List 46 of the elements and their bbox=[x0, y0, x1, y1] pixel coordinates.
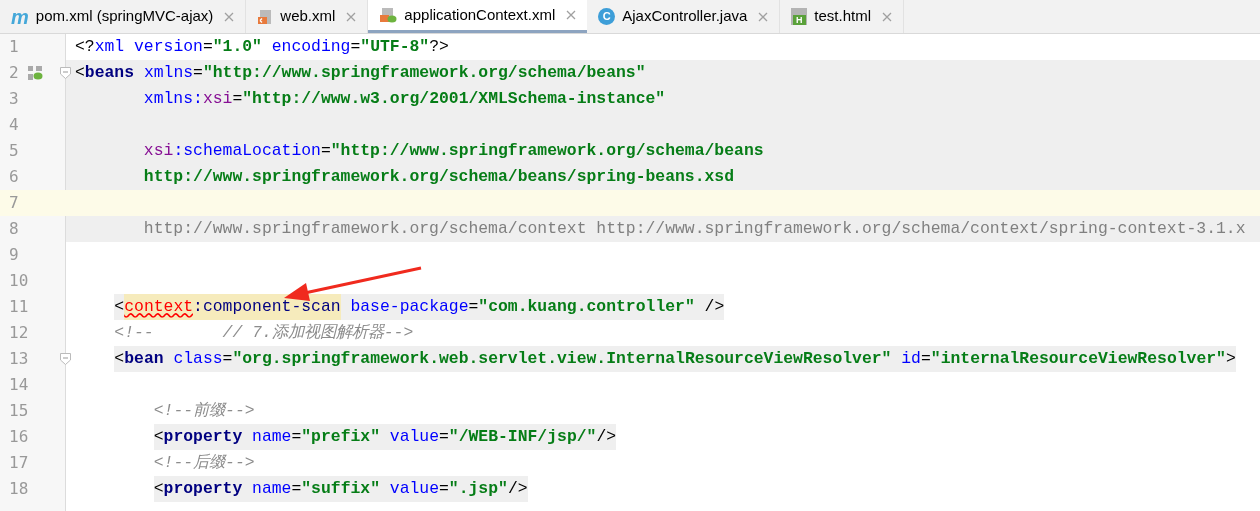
class-icon: C bbox=[598, 8, 616, 25]
html-file-icon: H bbox=[791, 8, 808, 25]
spring-xml-file-icon bbox=[379, 7, 398, 23]
code-line: xmlns:xsi="http://www.w3.org/2001/XMLSchema-instance" bbox=[142, 88, 666, 110]
code-line: <beans xmlns="http://www.springframework.org/schema/beans" bbox=[75, 62, 646, 84]
close-icon[interactable] bbox=[566, 10, 577, 20]
code-line: <!-- // 7.添加视图解析器--> bbox=[113, 322, 414, 344]
close-icon[interactable] bbox=[224, 11, 235, 22]
line-number: 12 bbox=[8, 322, 29, 344]
line-number: 9 bbox=[8, 244, 19, 266]
fold-icon[interactable] bbox=[60, 353, 71, 365]
code-line: http://www.springframework.org/schema/context http://www.springframework.org/schema/context/spring-context-3.1.x bbox=[142, 218, 1246, 240]
close-icon[interactable] bbox=[758, 11, 769, 22]
line-number: 10 bbox=[8, 270, 29, 292]
line-number: 5 bbox=[8, 140, 19, 162]
code-line: <property name="prefix" value="/WEB-INF/jsp/"/> bbox=[75, 424, 617, 450]
code-line: <?xml version="1.0" encoding="UTF-8"?> bbox=[75, 36, 449, 58]
line-number: 16 bbox=[8, 426, 29, 448]
code-line: http://www.springframework.org/schema/beans/spring-beans.xsd bbox=[142, 166, 735, 188]
xml-file-icon bbox=[257, 8, 274, 25]
line-number: 6 bbox=[8, 166, 19, 188]
file-tab[interactable]: applicationContext.xml bbox=[368, 0, 588, 33]
code-line: <!--后缀--> bbox=[152, 452, 255, 474]
code-line: <property name="suffix" value=".jsp"/> bbox=[75, 476, 528, 502]
code-line: <context:component-scan base-package="com.kuang.controller" /> bbox=[75, 294, 725, 320]
line-number: 2 bbox=[8, 62, 19, 84]
line-number: 8 bbox=[8, 218, 19, 240]
code-line: <!--前缀--> bbox=[152, 400, 255, 422]
close-icon[interactable] bbox=[346, 11, 357, 22]
file-tab[interactable]: C AjaxController.java bbox=[587, 0, 781, 33]
line-number: 17 bbox=[8, 452, 29, 474]
maven-icon: m bbox=[11, 6, 29, 27]
line-number: 4 bbox=[8, 114, 19, 136]
file-tab[interactable]: H test.html bbox=[780, 0, 905, 33]
line-number: 14 bbox=[8, 374, 29, 396]
line-number: 18 bbox=[8, 478, 29, 500]
close-icon[interactable] bbox=[882, 11, 893, 22]
line-number: 1 bbox=[8, 36, 19, 58]
line-number: 11 bbox=[8, 296, 29, 318]
line-number: 15 bbox=[8, 400, 29, 422]
line-number: 13 bbox=[8, 348, 29, 370]
fold-icon[interactable] bbox=[60, 67, 71, 79]
code-line: xsi:schemaLocation="http://www.springframework.org/schema/beans bbox=[142, 140, 764, 162]
line-number: 3 bbox=[8, 88, 19, 110]
line-number: 7 bbox=[8, 192, 19, 214]
file-tab[interactable]: m pom.xml (springMVC-ajax) bbox=[0, 0, 247, 33]
